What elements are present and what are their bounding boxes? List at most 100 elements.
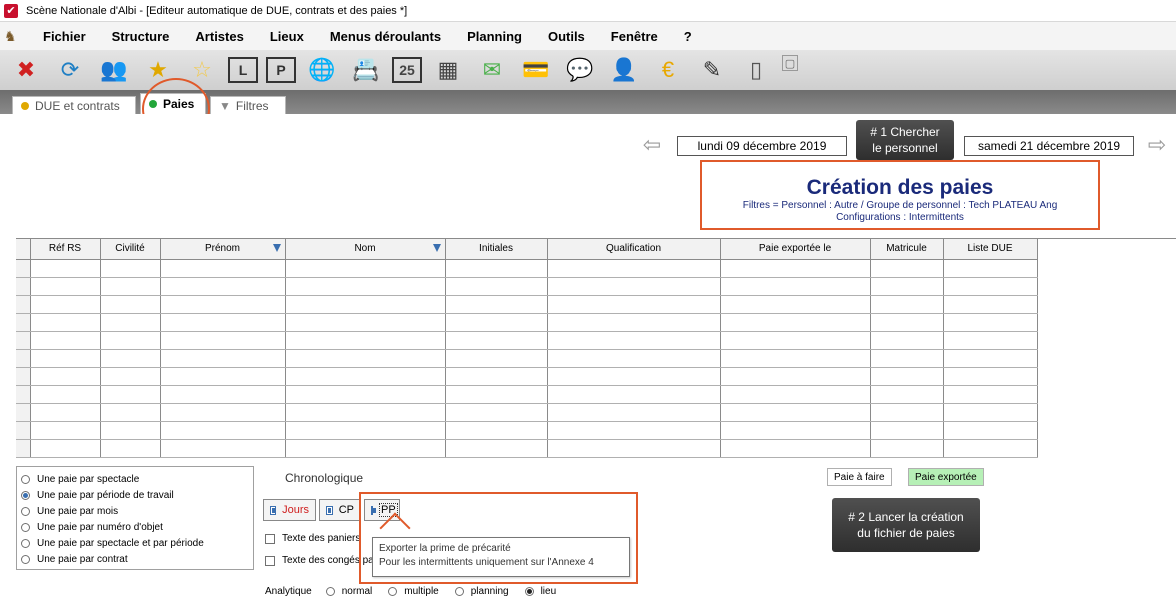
table-cell[interactable] bbox=[943, 259, 1038, 278]
money-user-icon[interactable]: 👤 bbox=[606, 52, 642, 88]
table-cell[interactable] bbox=[445, 403, 548, 422]
filter-icon[interactable] bbox=[272, 244, 281, 252]
table-cell[interactable] bbox=[100, 403, 161, 422]
table-cell[interactable] bbox=[30, 385, 101, 404]
launch-payroll-button[interactable]: # 2 Lancer la création du fichier de pai… bbox=[832, 498, 980, 552]
table-cell[interactable] bbox=[547, 421, 721, 440]
table-cell[interactable] bbox=[160, 403, 286, 422]
table-cell[interactable] bbox=[160, 349, 286, 368]
column-header-liste-due[interactable]: Liste DUE bbox=[943, 239, 1038, 260]
contact-card-icon[interactable]: 📇 bbox=[348, 52, 384, 88]
table-cell[interactable] bbox=[160, 277, 286, 296]
close-icon[interactable]: ✖ bbox=[8, 52, 44, 88]
row-header-cell[interactable] bbox=[16, 367, 31, 386]
search-personnel-button[interactable]: # 1 Chercher le personnel bbox=[856, 120, 954, 160]
analytique-option[interactable]: normal bbox=[325, 586, 372, 597]
table-cell[interactable] bbox=[547, 367, 721, 386]
table-cell[interactable] bbox=[870, 313, 944, 332]
table-cell[interactable] bbox=[720, 421, 871, 440]
table-cell[interactable] bbox=[30, 313, 101, 332]
table-cell[interactable] bbox=[943, 421, 1038, 440]
table-cell[interactable] bbox=[100, 259, 161, 278]
analytique-option[interactable]: planning bbox=[454, 586, 509, 597]
radio-button-icon[interactable] bbox=[325, 587, 335, 596]
table-row[interactable] bbox=[16, 313, 1038, 332]
table-cell[interactable] bbox=[100, 349, 161, 368]
table-cell[interactable] bbox=[445, 277, 548, 296]
table-cell[interactable] bbox=[445, 331, 548, 350]
table-cell[interactable] bbox=[160, 295, 286, 314]
table-cell[interactable] bbox=[720, 259, 871, 278]
table-row[interactable] bbox=[16, 421, 1038, 440]
table-cell[interactable] bbox=[720, 385, 871, 404]
document-icon[interactable]: ▯ bbox=[738, 52, 774, 88]
table-row[interactable] bbox=[16, 349, 1038, 368]
check-texte-paniers[interactable]: Texte des paniers bbox=[265, 533, 360, 544]
table-cell[interactable] bbox=[100, 421, 161, 440]
table-cell[interactable] bbox=[870, 277, 944, 296]
next-period-arrow-icon[interactable]: ⇨ bbox=[1142, 134, 1172, 156]
table-cell[interactable] bbox=[160, 385, 286, 404]
table-cell[interactable] bbox=[30, 367, 101, 386]
menu-help[interactable]: ? bbox=[671, 29, 705, 44]
start-date-field[interactable]: lundi 09 décembre 2019 bbox=[677, 136, 847, 156]
menu-outils[interactable]: Outils bbox=[535, 29, 598, 44]
table-cell[interactable] bbox=[160, 439, 286, 458]
table-cell[interactable] bbox=[100, 367, 161, 386]
table-cell[interactable] bbox=[870, 403, 944, 422]
euro-icon[interactable]: € bbox=[650, 52, 686, 88]
table-cell[interactable] bbox=[870, 421, 944, 440]
table-cell[interactable] bbox=[285, 313, 446, 332]
menu-artistes[interactable]: Artistes bbox=[182, 29, 256, 44]
tab-due-contrats[interactable]: DUE et contrats bbox=[12, 96, 136, 114]
radio-option[interactable]: Une paie par spectacle bbox=[21, 471, 249, 487]
list-l-icon[interactable]: L bbox=[228, 57, 258, 83]
radio-option[interactable]: Une paie par contrat bbox=[21, 551, 249, 567]
table-cell[interactable] bbox=[160, 331, 286, 350]
radio-button-icon[interactable] bbox=[21, 522, 30, 532]
table-row[interactable] bbox=[16, 331, 1038, 350]
radio-button-icon[interactable] bbox=[524, 587, 534, 596]
table-cell[interactable] bbox=[720, 439, 871, 458]
table-cell[interactable] bbox=[547, 277, 721, 296]
table-cell[interactable] bbox=[870, 367, 944, 386]
row-header-cell[interactable] bbox=[16, 277, 31, 296]
table-cell[interactable] bbox=[100, 313, 161, 332]
table-cell[interactable] bbox=[30, 295, 101, 314]
toggle-jours[interactable]: Jours bbox=[263, 499, 316, 521]
radio-button-icon[interactable] bbox=[388, 587, 398, 596]
row-header-cell[interactable] bbox=[16, 313, 31, 332]
table-cell[interactable] bbox=[445, 349, 548, 368]
radio-button-icon[interactable] bbox=[454, 587, 464, 596]
globe-icon[interactable]: 🌐 bbox=[304, 52, 340, 88]
table-cell[interactable] bbox=[30, 421, 101, 440]
table-cell[interactable] bbox=[100, 385, 161, 404]
toggle-cp[interactable]: CP bbox=[319, 499, 361, 521]
table-cell[interactable] bbox=[30, 403, 101, 422]
table-cell[interactable] bbox=[30, 349, 101, 368]
radio-option[interactable]: Une paie par numéro d'objet bbox=[21, 519, 249, 535]
table-cell[interactable] bbox=[870, 259, 944, 278]
pen-icon[interactable]: ✎ bbox=[694, 52, 730, 88]
menu-fenetre[interactable]: Fenêtre bbox=[598, 29, 671, 44]
envelope-icon[interactable]: ✉ bbox=[474, 52, 510, 88]
row-header-cell[interactable] bbox=[16, 259, 31, 278]
app-menu-icon[interactable]: ♞ bbox=[4, 28, 20, 44]
table-cell[interactable] bbox=[285, 367, 446, 386]
table-cell[interactable] bbox=[720, 349, 871, 368]
table-cell[interactable] bbox=[720, 331, 871, 350]
table-cell[interactable] bbox=[445, 295, 548, 314]
people-icon[interactable]: 👥 bbox=[96, 52, 132, 88]
filter-icon[interactable] bbox=[432, 244, 441, 252]
table-cell[interactable] bbox=[285, 349, 446, 368]
table-cell[interactable] bbox=[943, 331, 1038, 350]
table-cell[interactable] bbox=[30, 331, 101, 350]
menu-menus-deroulants[interactable]: Menus déroulants bbox=[317, 29, 454, 44]
column-header-initiales[interactable]: Initiales bbox=[445, 239, 548, 260]
row-header-cell[interactable] bbox=[16, 349, 31, 368]
table-cell[interactable] bbox=[547, 439, 721, 458]
radio-button-icon[interactable] bbox=[21, 474, 30, 484]
tab-paies[interactable]: Paies bbox=[140, 93, 206, 114]
table-cell[interactable] bbox=[445, 367, 548, 386]
table-cell[interactable] bbox=[943, 295, 1038, 314]
